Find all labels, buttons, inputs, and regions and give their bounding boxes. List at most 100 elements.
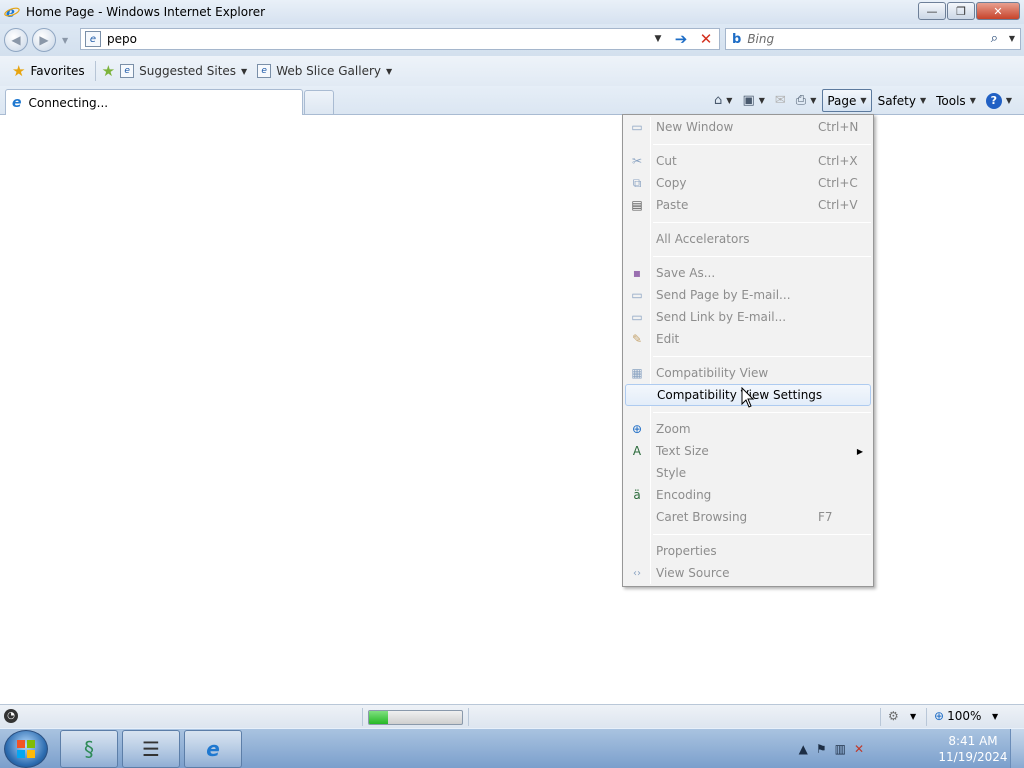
- safety-menu-label: Safety: [877, 93, 916, 108]
- search-options-dropdown-icon[interactable]: ▼: [1009, 34, 1015, 43]
- taskbar-app-python[interactable]: §: [60, 730, 118, 768]
- menu-item-label: Send Page by E-mail...: [656, 288, 791, 302]
- submenu-arrow-icon: ▶: [856, 446, 863, 456]
- ie-loading-icon: e: [12, 94, 22, 111]
- chevron-down-icon[interactable]: ▼: [910, 712, 916, 721]
- recent-pages-dropdown-icon[interactable]: ▼: [62, 36, 68, 45]
- page-menu-button[interactable]: Page ▼: [822, 89, 872, 112]
- minimize-button[interactable]: —: [918, 2, 946, 20]
- ie-page-icon: e: [257, 64, 272, 78]
- show-hidden-icons-icon[interactable]: ▲: [799, 742, 808, 756]
- star-icon: ★: [12, 62, 26, 80]
- menu-item-style[interactable]: Style: [625, 462, 871, 484]
- text-size-icon: A: [632, 444, 642, 458]
- taskbar-app-notepad[interactable]: ☰: [122, 730, 180, 768]
- address-bar[interactable]: e pepo: [80, 28, 720, 50]
- menu-item-edit[interactable]: ✎ Edit: [625, 328, 871, 350]
- status-separator: [926, 708, 927, 726]
- compatibility-view-icon: ▦: [631, 366, 643, 380]
- back-button[interactable]: ◀: [4, 28, 28, 52]
- action-center-flag-icon[interactable]: ⚑: [816, 742, 827, 756]
- search-box[interactable]: b Bing ⌕ ▼: [725, 28, 1021, 50]
- volume-muted-icon[interactable]: ✕: [854, 742, 864, 756]
- menu-item-new-window[interactable]: ▭ New Window Ctrl+N: [625, 116, 871, 138]
- address-row: ◀ ▶ ▼ e pepo ▼ ➔ ✕ b Bing ⌕ ▼: [0, 24, 1024, 56]
- menu-separator: [653, 256, 871, 257]
- tools-menu-button[interactable]: Tools ▼: [932, 89, 980, 112]
- stop-icon[interactable]: ✕: [695, 28, 717, 50]
- web-slice-gallery-link[interactable]: e Web Slice Gallery ▼: [257, 64, 392, 78]
- forward-button[interactable]: ▶: [32, 28, 56, 52]
- search-icon[interactable]: ⌕: [991, 31, 998, 46]
- maximize-button[interactable]: ❐: [947, 2, 975, 20]
- zoom-control[interactable]: ⊕ 100%: [934, 709, 981, 723]
- menu-item-label: Cut: [656, 154, 677, 168]
- taskbar-app-internet-explorer[interactable]: e: [184, 730, 242, 768]
- print-button[interactable]: ⎙ ▼: [792, 89, 821, 112]
- search-input[interactable]: Bing: [747, 32, 774, 46]
- menu-item-send-page[interactable]: ▭ Send Page by E-mail...: [625, 284, 871, 306]
- favorites-bar: ★ Favorites ★ e Suggested Sites ▼ e Web …: [0, 56, 1024, 86]
- chevron-down-icon: ▼: [726, 96, 733, 105]
- tools-menu-label: Tools: [936, 93, 966, 108]
- menu-item-save-as[interactable]: ▪ Save As...: [625, 262, 871, 284]
- go-arrow-icon[interactable]: ➔: [670, 28, 692, 50]
- zoom-dropdown-icon[interactable]: ▼: [992, 712, 998, 721]
- svg-text:e: e: [6, 5, 15, 20]
- menu-item-all-accelerators[interactable]: All Accelerators: [625, 228, 871, 250]
- menu-item-copy[interactable]: ⧉ Copy Ctrl+C: [625, 172, 871, 194]
- system-tray: ▲ ⚑ ▥ ✕: [791, 729, 864, 768]
- menu-item-send-link[interactable]: ▭ Send Link by E-mail...: [625, 306, 871, 328]
- favorites-button[interactable]: ★ Favorites: [8, 60, 89, 82]
- menu-item-label: Encoding: [656, 488, 712, 502]
- menu-item-label: Text Size: [656, 444, 709, 458]
- menu-item-caret-browsing[interactable]: Caret Browsing F7: [625, 506, 871, 528]
- safety-menu-button[interactable]: Safety ▼: [874, 89, 931, 112]
- address-input[interactable]: pepo: [107, 32, 137, 46]
- menu-item-text-size[interactable]: A Text Size ▶: [625, 440, 871, 462]
- favorites-label: Favorites: [30, 64, 85, 78]
- page-menu-label: Page: [827, 93, 857, 108]
- suggested-sites-link[interactable]: e Suggested Sites ▼: [120, 64, 247, 78]
- chevron-down-icon: ▼: [241, 66, 248, 76]
- printer-icon: ⎙: [795, 93, 807, 108]
- show-desktop-button[interactable]: [1010, 729, 1024, 768]
- close-button[interactable]: ✕: [976, 2, 1020, 20]
- send-page-icon: ▭: [631, 288, 643, 302]
- status-bar: ◔ ⚙ ▼ ⊕ 100% ▼: [0, 704, 1024, 728]
- feeds-button[interactable]: ▣ ▼: [738, 89, 768, 112]
- menu-item-properties[interactable]: Properties: [625, 540, 871, 562]
- add-to-favorites-bar-icon[interactable]: ★: [102, 62, 115, 80]
- clock[interactable]: 8:41 AM 11/19/2024: [938, 733, 1008, 765]
- menu-item-label: Edit: [656, 332, 680, 346]
- help-button[interactable]: ? ▼: [982, 89, 1016, 112]
- status-separator: [468, 708, 469, 726]
- encoding-icon: ä: [633, 488, 641, 502]
- menu-item-label: Send Link by E-mail...: [656, 310, 787, 324]
- menu-item-zoom[interactable]: ⊕ Zoom: [625, 418, 871, 440]
- protected-mode-icon[interactable]: ⚙: [888, 709, 899, 723]
- tab-connecting[interactable]: e Connecting...: [5, 89, 303, 115]
- menu-item-encoding[interactable]: ä Encoding: [625, 484, 871, 506]
- home-button[interactable]: ⌂ ▼: [710, 89, 736, 112]
- read-mail-button[interactable]: ✉: [771, 89, 790, 112]
- copy-icon: ⧉: [632, 175, 642, 190]
- clock-time: 8:41 AM: [948, 734, 998, 748]
- clock-date: 11/19/2024: [938, 750, 1008, 764]
- menu-item-view-source[interactable]: ‹› View Source: [625, 562, 871, 584]
- network-icon[interactable]: ▥: [835, 742, 846, 756]
- menu-item-label: Caret Browsing: [656, 510, 748, 524]
- windows-logo-icon: [17, 740, 35, 758]
- menu-item-compatibility-view[interactable]: ▦ Compatibility View: [625, 362, 871, 384]
- menu-separator: [653, 144, 871, 145]
- menu-item-cut[interactable]: ✂ Cut Ctrl+X: [625, 150, 871, 172]
- menu-separator: [653, 222, 871, 223]
- start-button[interactable]: [4, 730, 48, 768]
- new-tab-button[interactable]: [304, 90, 334, 114]
- snake-app-icon: §: [84, 737, 94, 761]
- menu-item-shortcut: Ctrl+V: [818, 198, 858, 212]
- chevron-down-icon: ▼: [758, 96, 765, 105]
- menu-item-paste[interactable]: ▤ Paste Ctrl+V: [625, 194, 871, 216]
- menu-separator: [653, 356, 871, 357]
- address-dropdown-icon[interactable]: ▼: [648, 28, 668, 50]
